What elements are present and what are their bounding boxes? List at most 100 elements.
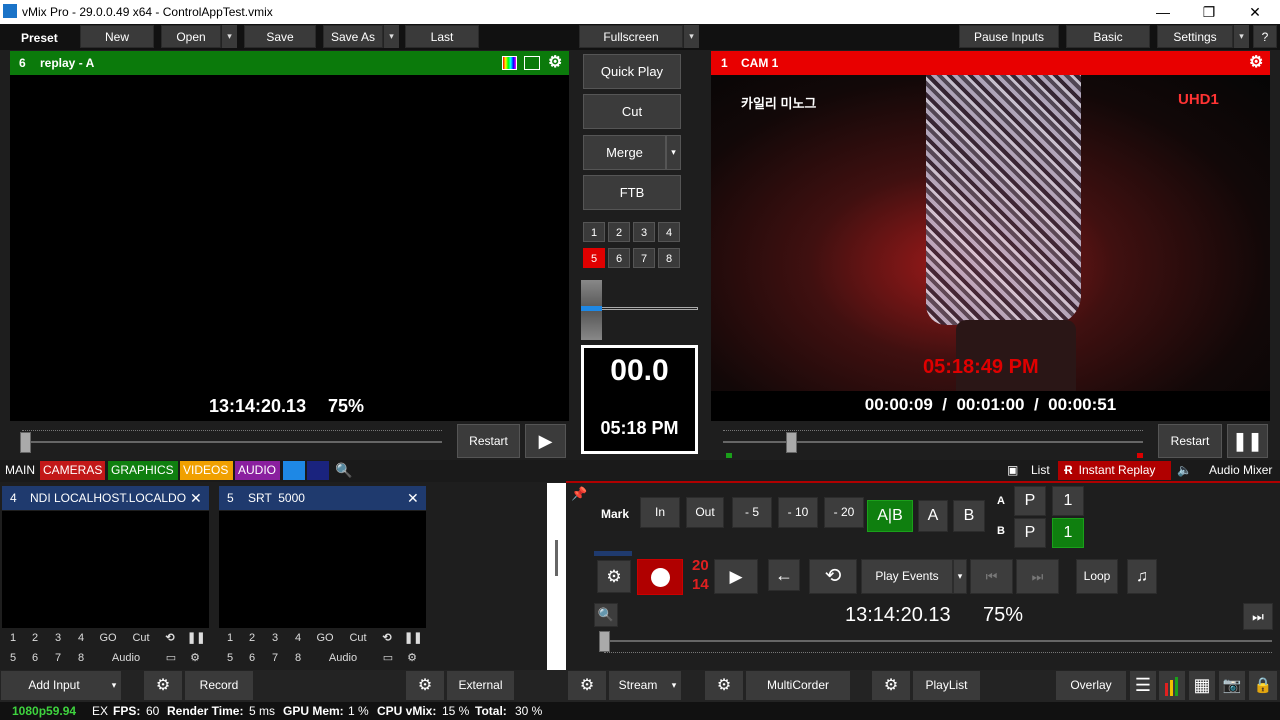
input-4-btn-3[interactable]: 3	[51, 629, 65, 648]
input-4-btn-4[interactable]: 4	[74, 629, 88, 648]
transition-number-7[interactable]: 7	[633, 248, 655, 268]
input-5-btn-4[interactable]: 4	[291, 629, 305, 648]
inputs-scrollbar-thumb[interactable]	[555, 540, 558, 576]
stream-dropdown-icon[interactable]: ▾	[667, 671, 681, 700]
external-button[interactable]: External	[447, 671, 514, 700]
minus-20-button[interactable]: - 20	[824, 497, 864, 528]
tab-main[interactable]: MAIN	[2, 461, 38, 480]
minus-10-button[interactable]: - 10	[778, 497, 818, 528]
program-pause-button[interactable]: ❚❚	[1227, 424, 1268, 458]
save-button[interactable]: Save	[244, 25, 316, 48]
pin-icon[interactable]: 📌	[571, 486, 587, 502]
input-4-loop-icon[interactable]: ⟲	[162, 629, 178, 648]
overlay-button[interactable]: Overlay	[1056, 671, 1126, 700]
loop-button[interactable]: Loop	[1076, 559, 1118, 594]
program-scrub-handle[interactable]	[786, 432, 797, 453]
speaker-icon[interactable]: 🔈	[1174, 461, 1196, 480]
input-5-pause-icon[interactable]: ❚❚	[404, 629, 422, 648]
last-button[interactable]: Last	[405, 25, 479, 48]
input-5-video[interactable]	[219, 511, 426, 628]
input-5-monitor-icon[interactable]: ▭	[379, 649, 397, 668]
replay-scrub-track[interactable]	[604, 640, 1272, 642]
input-4-btn-2[interactable]: 2	[28, 629, 42, 648]
colour-correction-icon[interactable]	[502, 56, 517, 70]
save-as-button[interactable]: Save As	[323, 25, 383, 48]
stream-gear-icon[interactable]: ⚙	[568, 671, 606, 700]
multicorder-button[interactable]: MultiCorder	[746, 671, 850, 700]
music-note-icon[interactable]: ♫	[1127, 559, 1157, 594]
minus-5-button[interactable]: - 5	[732, 497, 772, 528]
input-5-go-button[interactable]: GO	[313, 629, 337, 648]
external-gear-icon[interactable]: ⚙	[406, 671, 444, 700]
out-button[interactable]: Out	[686, 497, 724, 528]
input-4-header[interactable]: 4 NDI LOCALHOST.LOCALDOI ✕	[2, 486, 209, 510]
cut-button[interactable]: Cut	[583, 94, 681, 129]
input-4-pause-icon[interactable]: ❚❚	[187, 629, 205, 648]
tab-search-icon[interactable]: 🔍	[332, 461, 352, 480]
program-restart-button[interactable]: Restart	[1158, 424, 1222, 458]
b-button[interactable]: B	[953, 500, 985, 532]
a-button[interactable]: A	[918, 500, 948, 532]
tab-audio-mixer[interactable]: Audio Mixer	[1206, 461, 1280, 480]
transition-number-8[interactable]: 8	[658, 248, 680, 268]
snapshot-camera-icon[interactable]: 📷	[1219, 671, 1245, 700]
open-button[interactable]: Open	[161, 25, 221, 48]
input-4-gear-icon[interactable]: ⚙	[187, 649, 203, 668]
transition-number-3[interactable]: 3	[633, 222, 655, 242]
preview-gear-icon[interactable]: ⚙	[548, 51, 562, 75]
lock-icon[interactable]: 🔒	[1249, 671, 1277, 700]
record-button-bottom[interactable]: Record	[185, 671, 253, 700]
input-4-btn-7[interactable]: 7	[51, 649, 65, 668]
fullscreen-button[interactable]: Fullscreen	[579, 25, 683, 48]
tab-list[interactable]: List	[1028, 461, 1058, 480]
input-4-monitor-icon[interactable]: ▭	[162, 649, 180, 668]
input-5-btn-6[interactable]: 6	[245, 649, 259, 668]
stream-button[interactable]: Stream	[609, 671, 667, 700]
input-4-btn-8[interactable]: 8	[74, 649, 88, 668]
ab-button[interactable]: A|B	[867, 500, 913, 532]
in-button[interactable]: In	[640, 497, 680, 528]
replay-rewind-icon[interactable]: ⟲	[809, 559, 857, 594]
input-4-audio-button[interactable]: Audio	[106, 649, 146, 668]
help-button[interactable]: ?	[1253, 25, 1277, 48]
replay-play-button[interactable]: ▶	[714, 559, 758, 594]
input-4-cut-button[interactable]: Cut	[128, 629, 154, 648]
transition-number-5[interactable]: 5	[583, 248, 605, 268]
back-arrow-icon[interactable]: ←	[768, 559, 800, 591]
input-4-btn-6[interactable]: 6	[28, 649, 42, 668]
input-5-cut-button[interactable]: Cut	[345, 629, 371, 648]
input-4-btn-5[interactable]: 5	[6, 649, 20, 668]
open-dropdown-icon[interactable]: ▾	[221, 25, 237, 48]
add-input-dropdown-icon[interactable]: ▾	[107, 671, 121, 700]
save-as-dropdown-icon[interactable]: ▾	[383, 25, 399, 48]
tab-navy[interactable]	[307, 461, 329, 480]
merge-button[interactable]: Merge	[583, 135, 666, 170]
transition-number-6[interactable]: 6	[608, 248, 630, 268]
quick-play-button[interactable]: Quick Play	[583, 54, 681, 89]
transition-number-4[interactable]: 4	[658, 222, 680, 242]
channel-a-1-button[interactable]: 1	[1052, 486, 1084, 516]
input-5-btn-5[interactable]: 5	[223, 649, 237, 668]
tab-videos[interactable]: VIDEOS	[180, 461, 233, 480]
fullscreen-dropdown-icon[interactable]: ▾	[683, 25, 699, 48]
multicorder-gear-icon[interactable]: ⚙	[705, 671, 743, 700]
maximize-button[interactable]: ❐	[1186, 0, 1232, 24]
audio-meter-icon[interactable]	[1159, 671, 1185, 700]
input-5-loop-icon[interactable]: ⟲	[379, 629, 395, 648]
playlist-gear-icon[interactable]: ⚙	[872, 671, 910, 700]
record-button[interactable]	[637, 559, 683, 595]
channel-b-1-button[interactable]: 1	[1052, 518, 1084, 548]
minimize-button[interactable]: —	[1140, 0, 1186, 24]
program-gear-icon[interactable]: ⚙	[1249, 51, 1263, 75]
channel-a-p-button[interactable]: P	[1014, 486, 1046, 516]
list-icon[interactable]: ▣	[1004, 461, 1024, 480]
preview-scrub-handle[interactable]	[20, 432, 31, 453]
tab-cameras[interactable]: CAMERAS	[40, 461, 105, 480]
transition-number-2[interactable]: 2	[608, 222, 630, 242]
input-5-btn-7[interactable]: 7	[268, 649, 282, 668]
multiview-grid-icon[interactable]: ▦	[1189, 671, 1215, 700]
input-5-audio-button[interactable]: Audio	[323, 649, 363, 668]
preview-scrub-track[interactable]	[22, 441, 442, 443]
basic-button[interactable]: Basic	[1066, 25, 1150, 48]
inputs-scrollbar[interactable]	[547, 483, 566, 670]
